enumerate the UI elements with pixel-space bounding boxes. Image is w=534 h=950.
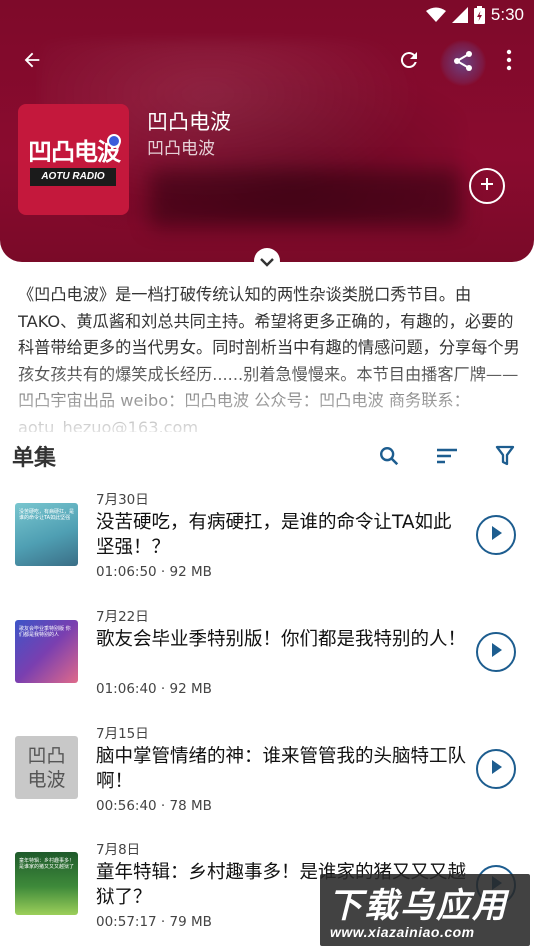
add-icon (479, 176, 495, 196)
episode-item[interactable]: 歌友会毕业季特别版 你们都是我特别的人 7月22日 歌友会毕业季特别版！你们都是… (0, 601, 534, 717)
episode-meta: 01:06:40 · 92 MB (96, 681, 212, 697)
expand-description-button[interactable] (254, 248, 280, 274)
more-vert-icon (506, 49, 512, 75)
search-episodes-button[interactable] (373, 442, 405, 474)
episode-item[interactable]: 凹凸电波 7月15日 脑中掌管情绪的神：谁来管管我的头脑特工队啊！ 00:56:… (0, 718, 534, 834)
share-icon (451, 49, 475, 77)
more-options-button[interactable] (492, 42, 526, 82)
episode-thumbnail-text: 歌友会毕业季特别版 你们都是我特别的人 (19, 626, 71, 638)
refresh-icon (397, 48, 421, 76)
episode-thumbnail: 歌友会毕业季特别版 你们都是我特别的人 (15, 620, 78, 683)
battery-icon (473, 6, 485, 24)
status-bar: 5:30 (425, 4, 524, 26)
podcast-author[interactable]: 凹凸电波 (147, 134, 215, 159)
podcast-cover: 凹凸电波 AOTU RADIO (18, 104, 129, 215)
filter-episodes-button[interactable] (489, 442, 521, 474)
filter-icon (495, 445, 515, 471)
cover-subtitle: AOTU RADIO (30, 168, 116, 186)
play-icon (489, 525, 503, 545)
episode-thumbnail: 凹凸电波 (15, 736, 78, 799)
cover-title: 凹凸电波 (28, 138, 121, 166)
episode-item[interactable]: 没苦硬吃，有病硬扛，是谁的命令让TA如此坚强 7月30日 没苦硬吃，有病硬扛，是… (0, 484, 534, 600)
episode-date: 7月22日 (96, 609, 149, 625)
podcast-title: 凹凸电波 (147, 110, 231, 134)
back-button[interactable] (12, 42, 52, 82)
share-button[interactable] (440, 40, 486, 86)
wifi-icon (425, 7, 446, 23)
play-episode-button[interactable] (476, 515, 516, 555)
episode-thumbnail-text: 童年特辑：乡村趣事多！是谁家的猪又又又越狱了 (19, 858, 75, 870)
chevron-down-icon (259, 252, 275, 271)
episode-thumbnail: 童年特辑：乡村趣事多！是谁家的猪又又又越狱了 (15, 852, 78, 915)
header-blur-band (150, 170, 460, 228)
episode-title: 没苦硬吃，有病硬扛，是谁的命令让TA如此坚强！？ (96, 512, 452, 558)
watermark-logo-text: 下载乌应用 (328, 886, 508, 926)
podcast-description[interactable]: 《凹凸电波》是一档打破传统认知的两性杂谈类脱口秀节目。由TAKO、黄瓜酱和刘总共… (18, 282, 520, 432)
podcast-header: 5:30 凹凸电波 AOTU RADIO 凹凸电波 凹凸电波 (0, 0, 534, 262)
episode-date: 7月15日 (96, 726, 149, 742)
episode-title: 歌友会毕业季特别版！你们都是我特别的人！ (96, 629, 467, 650)
subscribe-button[interactable] (469, 168, 505, 204)
search-icon (378, 445, 400, 471)
arrow-back-icon (21, 49, 43, 75)
signal-icon (451, 7, 468, 23)
episode-meta: 00:56:40 · 78 MB (96, 798, 212, 814)
sort-episodes-button[interactable] (431, 442, 463, 474)
status-time: 5:30 (490, 5, 524, 24)
play-episode-button[interactable] (476, 632, 516, 672)
play-icon (489, 642, 503, 662)
episode-meta: 00:57:17 · 79 MB (96, 914, 212, 930)
episode-thumbnail: 没苦硬吃，有病硬扛，是谁的命令让TA如此坚强 (15, 503, 78, 566)
episode-date: 7月30日 (96, 492, 149, 508)
play-episode-button[interactable] (476, 749, 516, 789)
episode-thumbnail-text: 没苦硬吃，有病硬扛，是谁的命令让TA如此坚强 (19, 509, 75, 521)
play-icon (489, 759, 503, 779)
site-watermark: 下载乌应用 www.xiazainiao.com (320, 874, 530, 946)
episode-date: 7月8日 (96, 842, 141, 858)
sort-icon (436, 447, 458, 469)
episode-title: 脑中掌管情绪的神：谁来管管我的头脑特工队啊！ (96, 746, 467, 792)
watermark-url: www.xiazainiao.com (330, 924, 475, 940)
episode-meta: 01:06:50 · 92 MB (96, 564, 212, 580)
refresh-button[interactable] (389, 42, 429, 82)
verified-badge-icon (107, 134, 121, 148)
episodes-heading: 单集 (12, 446, 57, 471)
